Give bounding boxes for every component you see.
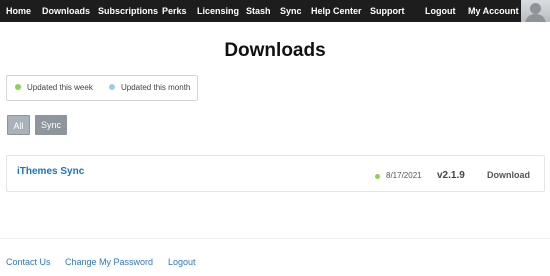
footer-change-password-link[interactable]: Change My Password [65, 257, 153, 267]
nav-perks[interactable]: Perks [162, 0, 187, 22]
green-dot-icon [15, 83, 21, 90]
nav-licensing[interactable]: Licensing [197, 0, 239, 22]
version-label: v2.1.9 [437, 170, 465, 181]
footer-divider [0, 238, 550, 239]
nav-support[interactable]: Support [370, 0, 405, 22]
nav-downloads[interactable]: Downloads [42, 0, 90, 22]
page-title: Downloads [224, 40, 326, 61]
nav-help-center[interactable]: Help Center [311, 0, 362, 22]
nav-my-account[interactable]: My Account [468, 0, 519, 22]
status-dot-icon [375, 174, 380, 179]
blue-dot-icon [109, 83, 115, 90]
footer-contact-link[interactable]: Contact Us [6, 257, 51, 267]
avatar-body [525, 14, 546, 22]
filter-sync-button[interactable]: Sync [35, 115, 67, 135]
footer-logout-link[interactable]: Logout [168, 257, 196, 267]
page: Home Downloads Subscriptions Perks Licen… [0, 0, 550, 276]
nav-home[interactable]: Home [6, 0, 31, 22]
release-date: 8/17/2021 [386, 171, 422, 180]
nav-sync[interactable]: Sync [280, 0, 302, 22]
avatar[interactable] [521, 0, 550, 22]
download-button[interactable]: Download [487, 170, 530, 180]
legend-item-week: Updated this week [15, 76, 93, 100]
download-row: iThemes Sync 8/17/2021 v2.1.9 Download [6, 155, 545, 192]
legend-item-month: Updated this month [109, 76, 190, 100]
nav-subscriptions[interactable]: Subscriptions [98, 0, 158, 22]
update-legend: Updated this week Updated this month [6, 75, 198, 101]
nav-logout[interactable]: Logout [425, 0, 456, 22]
avatar-head [530, 3, 541, 14]
legend-week-label: Updated this week [27, 83, 93, 92]
top-navigation: Home Downloads Subscriptions Perks Licen… [0, 0, 550, 22]
legend-month-label: Updated this month [121, 83, 191, 92]
filter-all-button[interactable]: All [7, 115, 30, 135]
nav-stash[interactable]: Stash [246, 0, 271, 22]
product-name-link[interactable]: iThemes Sync [17, 166, 84, 177]
